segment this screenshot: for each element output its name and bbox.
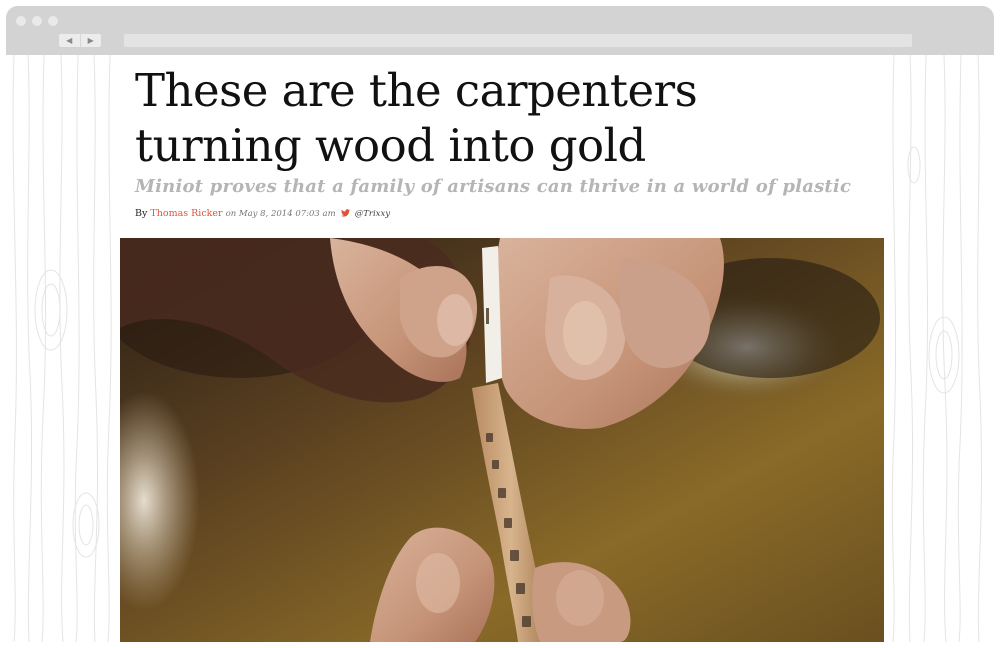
history-nav: ◀ ▶ — [59, 34, 101, 47]
forward-button[interactable]: ▶ — [79, 34, 102, 47]
hero-image — [120, 238, 884, 642]
back-button[interactable]: ◀ — [59, 34, 80, 47]
article-byline: By Thomas Ricker on May 8, 2014 07:03 am… — [135, 207, 390, 221]
article: These are the carpenters turning wood in… — [120, 55, 884, 642]
browser-titlebar: ◀ ▶ — [6, 6, 994, 55]
twitter-bird-icon — [340, 209, 350, 217]
author-link[interactable]: Thomas Ricker — [150, 208, 222, 219]
browser-window: ◀ ▶ These are the carpenters turning woo… — [6, 6, 994, 642]
article-dek: Miniot proves that a family of artisans … — [135, 176, 852, 197]
wood-grain-background-left — [6, 55, 120, 642]
hands-holding-wooden-strip-photo — [120, 238, 884, 642]
twitter-handle-link[interactable]: @Trixxy — [355, 209, 390, 219]
maximize-window-button[interactable] — [48, 16, 58, 26]
byline-prefix: By — [135, 208, 148, 219]
close-window-button[interactable] — [16, 16, 26, 26]
address-bar[interactable] — [124, 34, 912, 47]
article-headline: These are the carpenters turning wood in… — [135, 64, 698, 172]
publish-date: on May 8, 2014 07:03 am — [225, 209, 336, 219]
page-viewport[interactable]: These are the carpenters turning wood in… — [6, 55, 994, 642]
minimize-window-button[interactable] — [32, 16, 42, 26]
wood-grain-background-right — [884, 55, 994, 642]
